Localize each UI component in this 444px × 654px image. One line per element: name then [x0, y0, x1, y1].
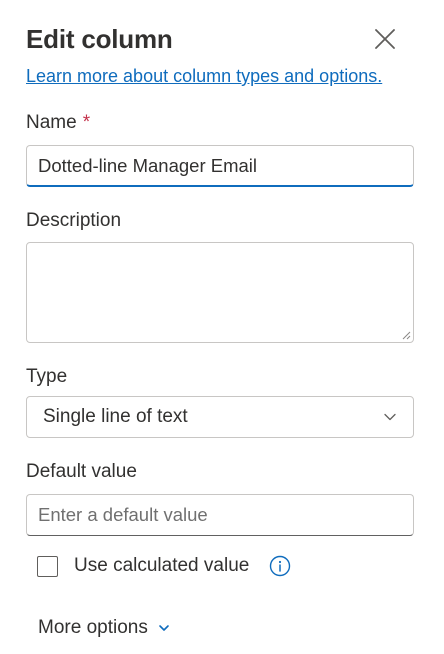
- close-icon: [375, 29, 395, 49]
- chevron-down-icon: [159, 625, 169, 631]
- name-input[interactable]: Dotted-line Manager Email: [26, 145, 414, 187]
- required-mark: *: [82, 112, 91, 133]
- name-label-text: Name: [26, 112, 77, 133]
- type-selected-value: Single line of text: [43, 406, 188, 427]
- more-options-button[interactable]: More options: [38, 617, 170, 639]
- calculated-value-row: Use calculated value: [37, 555, 291, 577]
- default-value-input[interactable]: Enter a default value: [26, 494, 414, 536]
- edit-column-panel: Edit column Learn more about column type…: [0, 0, 444, 654]
- close-button[interactable]: [370, 24, 400, 54]
- description-textarea[interactable]: [26, 242, 414, 343]
- resize-grip-icon[interactable]: [401, 330, 411, 340]
- type-label: Type: [26, 366, 68, 387]
- description-label: Description: [26, 210, 122, 231]
- default-value-placeholder: Enter a default value: [38, 504, 208, 525]
- name-input-value: Dotted-line Manager Email: [38, 154, 258, 176]
- more-options-label: More options: [38, 617, 148, 638]
- panel-title: Edit column: [26, 24, 173, 54]
- calculated-value-label[interactable]: Use calculated value: [74, 555, 249, 577]
- default-value-label: Default value: [26, 461, 137, 482]
- chevron-down-icon: [384, 413, 396, 421]
- type-dropdown[interactable]: Single line of text: [26, 396, 414, 438]
- learn-more-link[interactable]: Learn more about column types and option…: [26, 66, 382, 87]
- calculated-value-checkbox[interactable]: [37, 555, 58, 577]
- info-icon[interactable]: [269, 555, 291, 577]
- name-label: Name *: [26, 112, 90, 134]
